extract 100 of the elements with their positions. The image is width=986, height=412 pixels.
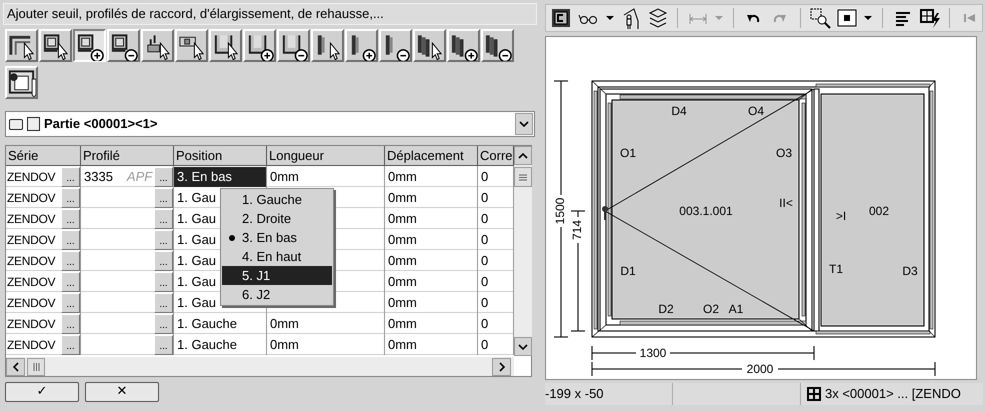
table-cell: 0mm	[388, 316, 417, 331]
table-cell: 0mm	[388, 274, 417, 289]
table-cell-text: ZENDOV	[6, 232, 56, 248]
cancel-button[interactable]: ✕	[85, 382, 159, 402]
table-cell-text: ZENDOV	[6, 252, 56, 270]
ellipsis-button[interactable]: ...	[154, 230, 173, 250]
menu-item[interactable]: 2. Droite	[222, 209, 332, 228]
toolbar-button[interactable]	[917, 6, 942, 30]
table-cell-text: ZENDOV	[6, 210, 56, 228]
part-dropdown[interactable]: Partie <00001><1>	[5, 111, 535, 137]
ellipsis-button[interactable]: ...	[154, 250, 173, 270]
status-selection: 3x <00001> ... [ZENDO	[825, 385, 961, 404]
opening-mark: II<	[779, 196, 793, 210]
profile-label: T1	[829, 262, 843, 276]
menu-item[interactable]: 3. En bas	[222, 228, 332, 247]
ellipsis-button[interactable]: ...	[61, 314, 80, 334]
chevron-down-icon	[518, 344, 528, 350]
layers-icon	[646, 7, 669, 29]
ellipsis-button[interactable]: ...	[154, 208, 173, 228]
ellipsis-button[interactable]: ...	[154, 334, 173, 354]
table-cell[interactable]: 1. Gauche	[174, 334, 237, 354]
caret-icon	[604, 15, 615, 21]
dimension-label: 2000	[746, 362, 774, 376]
ok-button[interactable]: ✓	[5, 382, 79, 402]
column-header[interactable]: Longueur	[267, 146, 385, 166]
table-cell: 0mm	[388, 337, 417, 352]
checkbox[interactable]	[27, 117, 40, 131]
table-cell: 0mm	[388, 253, 417, 268]
table-cell: 0mm	[270, 337, 299, 352]
column-header[interactable]: Série	[6, 146, 81, 166]
table-cell: 0	[481, 232, 488, 247]
menu-item[interactable]: 5. J1	[222, 266, 332, 285]
dimension-label: 1500	[553, 198, 568, 224]
frame-icon	[550, 7, 572, 29]
table-cell: 0	[481, 274, 488, 289]
ellipsis-button[interactable]: ...	[61, 230, 80, 250]
table-cell[interactable]: 1. Gau	[174, 272, 216, 292]
ellipsis-button[interactable]: ...	[154, 166, 173, 186]
scroll-right-button[interactable]	[492, 358, 511, 376]
chevron-right-icon	[498, 362, 504, 372]
tool-button[interactable]	[73, 29, 106, 62]
scroll-up-button[interactable]	[514, 146, 532, 165]
ellipsis-button[interactable]: ...	[61, 272, 80, 292]
profile-label: O3	[776, 146, 792, 160]
toolbar-button[interactable]	[808, 6, 833, 30]
scroll-thumb[interactable]	[27, 358, 45, 376]
table-cell[interactable]: 1. Gauche	[174, 314, 237, 334]
frame-swatch-icon	[9, 118, 23, 130]
ellipsis-button[interactable]: ...	[154, 292, 173, 312]
menu-item[interactable]: 6. J2	[222, 285, 332, 304]
ellipsis-button[interactable]: ...	[61, 208, 80, 228]
panel-label: 003.1.001	[679, 204, 733, 218]
table-cell: 0	[481, 316, 488, 331]
table-cell-text: ZENDOV	[6, 336, 56, 354]
ellipsis-button[interactable]: ...	[154, 314, 173, 334]
table-cell[interactable]: 1. Gau	[174, 250, 216, 270]
ellipsis-button[interactable]: ...	[61, 292, 80, 312]
table-cell[interactable]: 1. Gau	[174, 188, 216, 208]
ellipsis-button[interactable]: ...	[61, 188, 80, 208]
status-coordinates: -199 x -50	[545, 385, 604, 404]
ellipsis-button[interactable]: ...	[61, 250, 80, 270]
table-cell-text: 3335	[84, 168, 113, 186]
grip-icon	[32, 362, 40, 370]
table-cell[interactable]: 1. Gau	[174, 208, 216, 228]
profile-label: O4	[748, 104, 764, 118]
table-cell: 0	[481, 253, 488, 268]
scroll-thumb[interactable]	[514, 167, 532, 187]
table-cell-text: ZENDOV	[6, 168, 56, 186]
table-cell-text: ZENDOV	[6, 274, 56, 290]
table-cell: 0mm	[388, 169, 417, 184]
column-header[interactable]: Position	[174, 146, 267, 166]
table-cell: 0mm	[388, 232, 417, 247]
profile-label: D2	[658, 302, 674, 316]
menu-item[interactable]: 1. Gauche	[222, 190, 332, 209]
ellipsis-button[interactable]: ...	[61, 334, 80, 354]
table-cell: 0	[481, 295, 488, 310]
chevron-down-icon	[519, 121, 529, 127]
menu-item[interactable]: 4. En haut	[222, 247, 332, 266]
bullet-icon	[229, 234, 235, 240]
ellipsis-button[interactable]: ...	[61, 166, 80, 186]
column-header[interactable]: Déplacement	[385, 146, 478, 166]
table-cell: 0mm	[270, 169, 299, 184]
profile-label: D3	[902, 264, 918, 278]
box-select-icon	[836, 7, 858, 29]
dimension-label: 1300	[640, 346, 666, 360]
chevron-up-icon	[518, 152, 528, 158]
grid-icon	[807, 387, 821, 401]
ellipsis-button[interactable]: ...	[154, 272, 173, 292]
table-cell[interactable]: 3. En bas	[174, 166, 266, 186]
dropdown-button[interactable]	[515, 113, 533, 135]
table-cell[interactable]: 1. Gau	[174, 230, 216, 250]
table-cell: 0	[481, 169, 488, 184]
scroll-down-button[interactable]	[514, 337, 532, 356]
table-cell-text: ZENDOV	[6, 294, 56, 312]
caret-icon	[863, 15, 874, 21]
scroll-left-button[interactable]	[6, 358, 25, 376]
table-cell[interactable]: 1. Gau	[174, 292, 216, 312]
part-value: Partie <00001><1>	[44, 115, 158, 134]
ellipsis-button[interactable]: ...	[154, 188, 173, 208]
column-header[interactable]: Profilé	[81, 146, 174, 166]
